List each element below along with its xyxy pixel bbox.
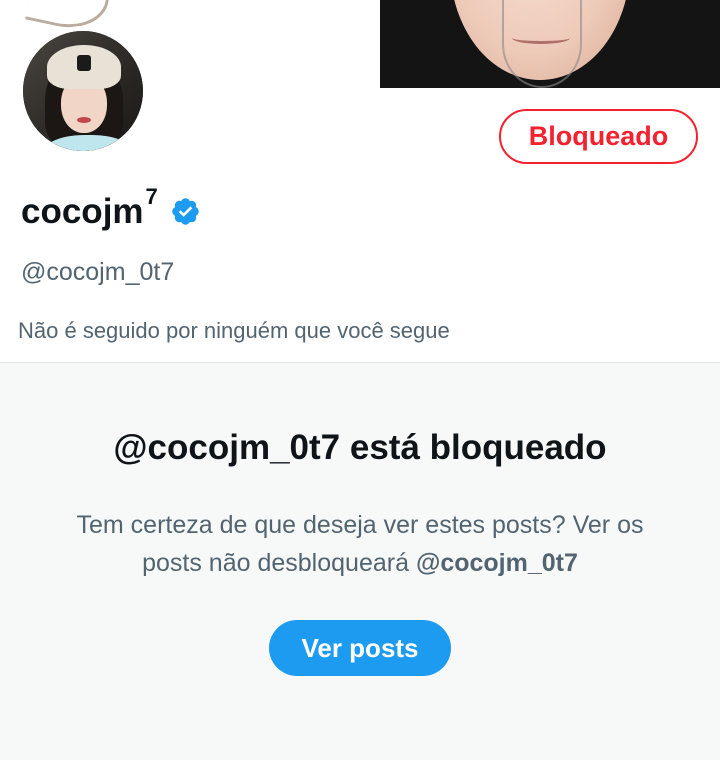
banner-necklace	[502, 0, 582, 88]
blocked-title: @cocojm_0t7 está bloqueado	[113, 428, 607, 467]
avatar-lips	[77, 117, 91, 123]
display-name: cocojm	[21, 191, 144, 231]
view-posts-button[interactable]: Ver posts	[269, 620, 451, 676]
profile-name-row: cocojm 7	[21, 184, 201, 234]
avatar-cap-logo	[77, 55, 91, 71]
follow-info: Não é seguido por ninguém que você segue	[18, 318, 450, 343]
avatar-image	[23, 31, 143, 151]
blocked-description-handle: @cocojm_0t7	[415, 549, 578, 577]
blocked-description: Tem certeza de que deseja ver estes post…	[50, 506, 670, 582]
blocked-button[interactable]: Bloqueado	[499, 109, 698, 164]
display-name-superscript: 7	[145, 184, 158, 209]
profile-handle: @cocojm_0t7	[21, 258, 175, 286]
avatar[interactable]	[18, 26, 148, 156]
verified-badge-icon[interactable]	[170, 196, 201, 227]
banner-photo	[380, 0, 720, 88]
